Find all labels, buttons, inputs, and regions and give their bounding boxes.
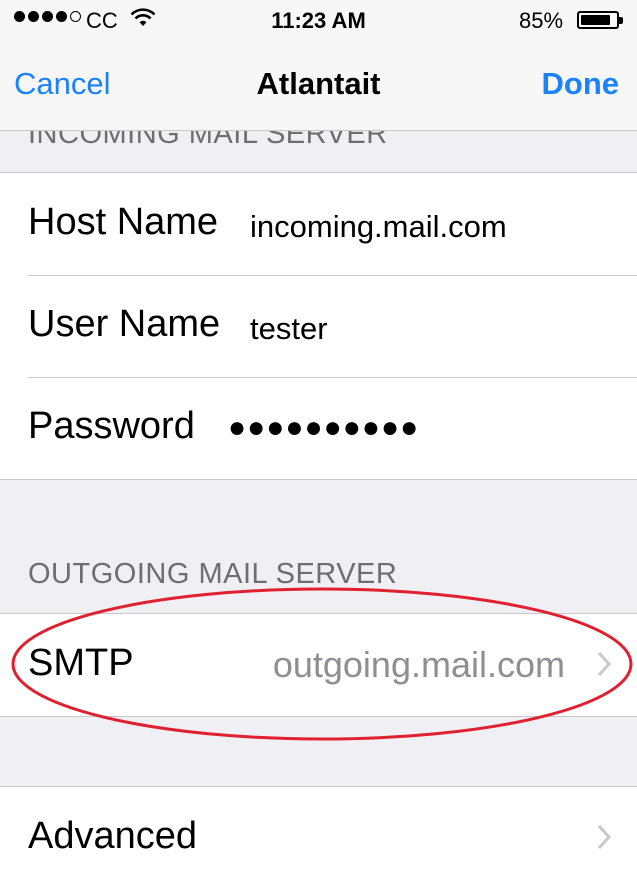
battery-percentage: 85% (519, 8, 564, 33)
password-field[interactable]: ●●●●●●●●●● (228, 411, 419, 445)
host-name-label: Host Name (28, 201, 219, 243)
user-name-label: User Name (28, 303, 221, 345)
smtp-row[interactable]: SMTP outgoing.mail.com (0, 614, 637, 716)
smtp-label: SMTP (28, 642, 134, 684)
user-name-field[interactable]: tester (250, 311, 328, 347)
host-name-field[interactable]: incoming.mail.com (250, 209, 507, 245)
status-bar: CC 11:23 AM 85% (0, 0, 637, 40)
smtp-server-value: outgoing.mail.com (272, 644, 565, 685)
advanced-row[interactable]: Advanced (0, 787, 637, 889)
advanced-group: Advanced (0, 786, 637, 889)
password-label: Password (28, 405, 195, 447)
password-row[interactable]: Password ●●●●●●●●●● (0, 377, 637, 479)
outgoing-section-header: OUTGOING MAIL SERVER (28, 558, 398, 590)
done-button[interactable]: Done (542, 66, 620, 102)
outgoing-server-group: SMTP outgoing.mail.com (0, 613, 637, 717)
chevron-right-icon (597, 824, 611, 850)
user-name-row[interactable]: User Name tester (0, 275, 637, 377)
chevron-right-icon (597, 651, 611, 677)
incoming-server-group: Host Name incoming.mail.com User Name te… (0, 172, 637, 480)
battery-icon (577, 11, 623, 29)
host-name-row[interactable]: Host Name incoming.mail.com (0, 173, 637, 275)
advanced-label: Advanced (28, 815, 198, 857)
